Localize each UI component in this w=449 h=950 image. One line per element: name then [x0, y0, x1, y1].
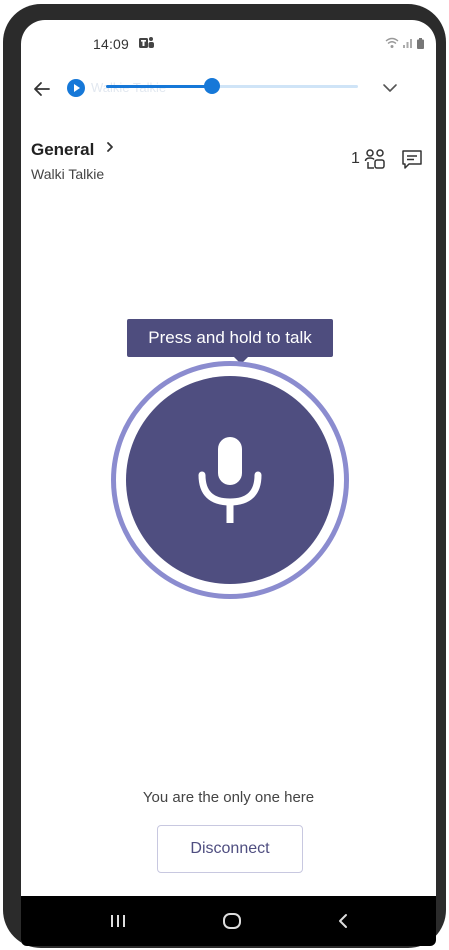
home-button[interactable] [217, 906, 247, 936]
microphone-icon [198, 437, 262, 523]
wifi-icon [385, 37, 399, 48]
battery-icon [417, 37, 424, 49]
status-time: 14:09 [93, 36, 130, 52]
audio-progress-thumb[interactable] [203, 78, 220, 94]
back-chevron-icon [339, 914, 347, 928]
status-icons [385, 37, 424, 49]
push-to-talk-button[interactable] [126, 376, 334, 584]
back-button[interactable] [31, 78, 53, 100]
chevron-right-icon [105, 140, 115, 158]
press-to-talk-tooltip: Press and hold to talk [127, 319, 333, 357]
chat-button[interactable] [400, 148, 424, 172]
participants-button[interactable]: 1 [351, 148, 386, 170]
chat-icon [402, 150, 422, 169]
chevron-down-icon [383, 84, 397, 92]
participant-count: 1 [351, 150, 360, 167]
channel-heading[interactable]: General [31, 140, 115, 160]
signal-icon [403, 39, 412, 48]
system-back-button[interactable] [328, 906, 358, 936]
play-icon [67, 79, 85, 97]
recents-icon [111, 915, 125, 927]
audio-progress-slider[interactable] [106, 78, 358, 94]
recent-apps-button[interactable] [103, 906, 133, 936]
channel-subtitle: Walki Talkie [31, 166, 105, 182]
people-icon [364, 149, 385, 169]
channel-name: General [31, 140, 95, 159]
arrow-left-icon [34, 82, 50, 96]
expand-button[interactable] [380, 78, 400, 98]
phone-frame: 14:09 General Walki Talkie 1 Press and h… [3, 4, 446, 948]
home-icon [223, 913, 241, 929]
audio-progress-fill [106, 85, 212, 88]
system-nav-bar [21, 896, 436, 946]
status-message: You are the only one here [142, 789, 315, 806]
disconnect-button[interactable]: Disconnect [157, 825, 303, 873]
teams-notification-icon [139, 36, 155, 55]
screen: 14:09 General Walki Talkie 1 Press and h… [21, 20, 436, 946]
play-button[interactable] [66, 78, 86, 98]
